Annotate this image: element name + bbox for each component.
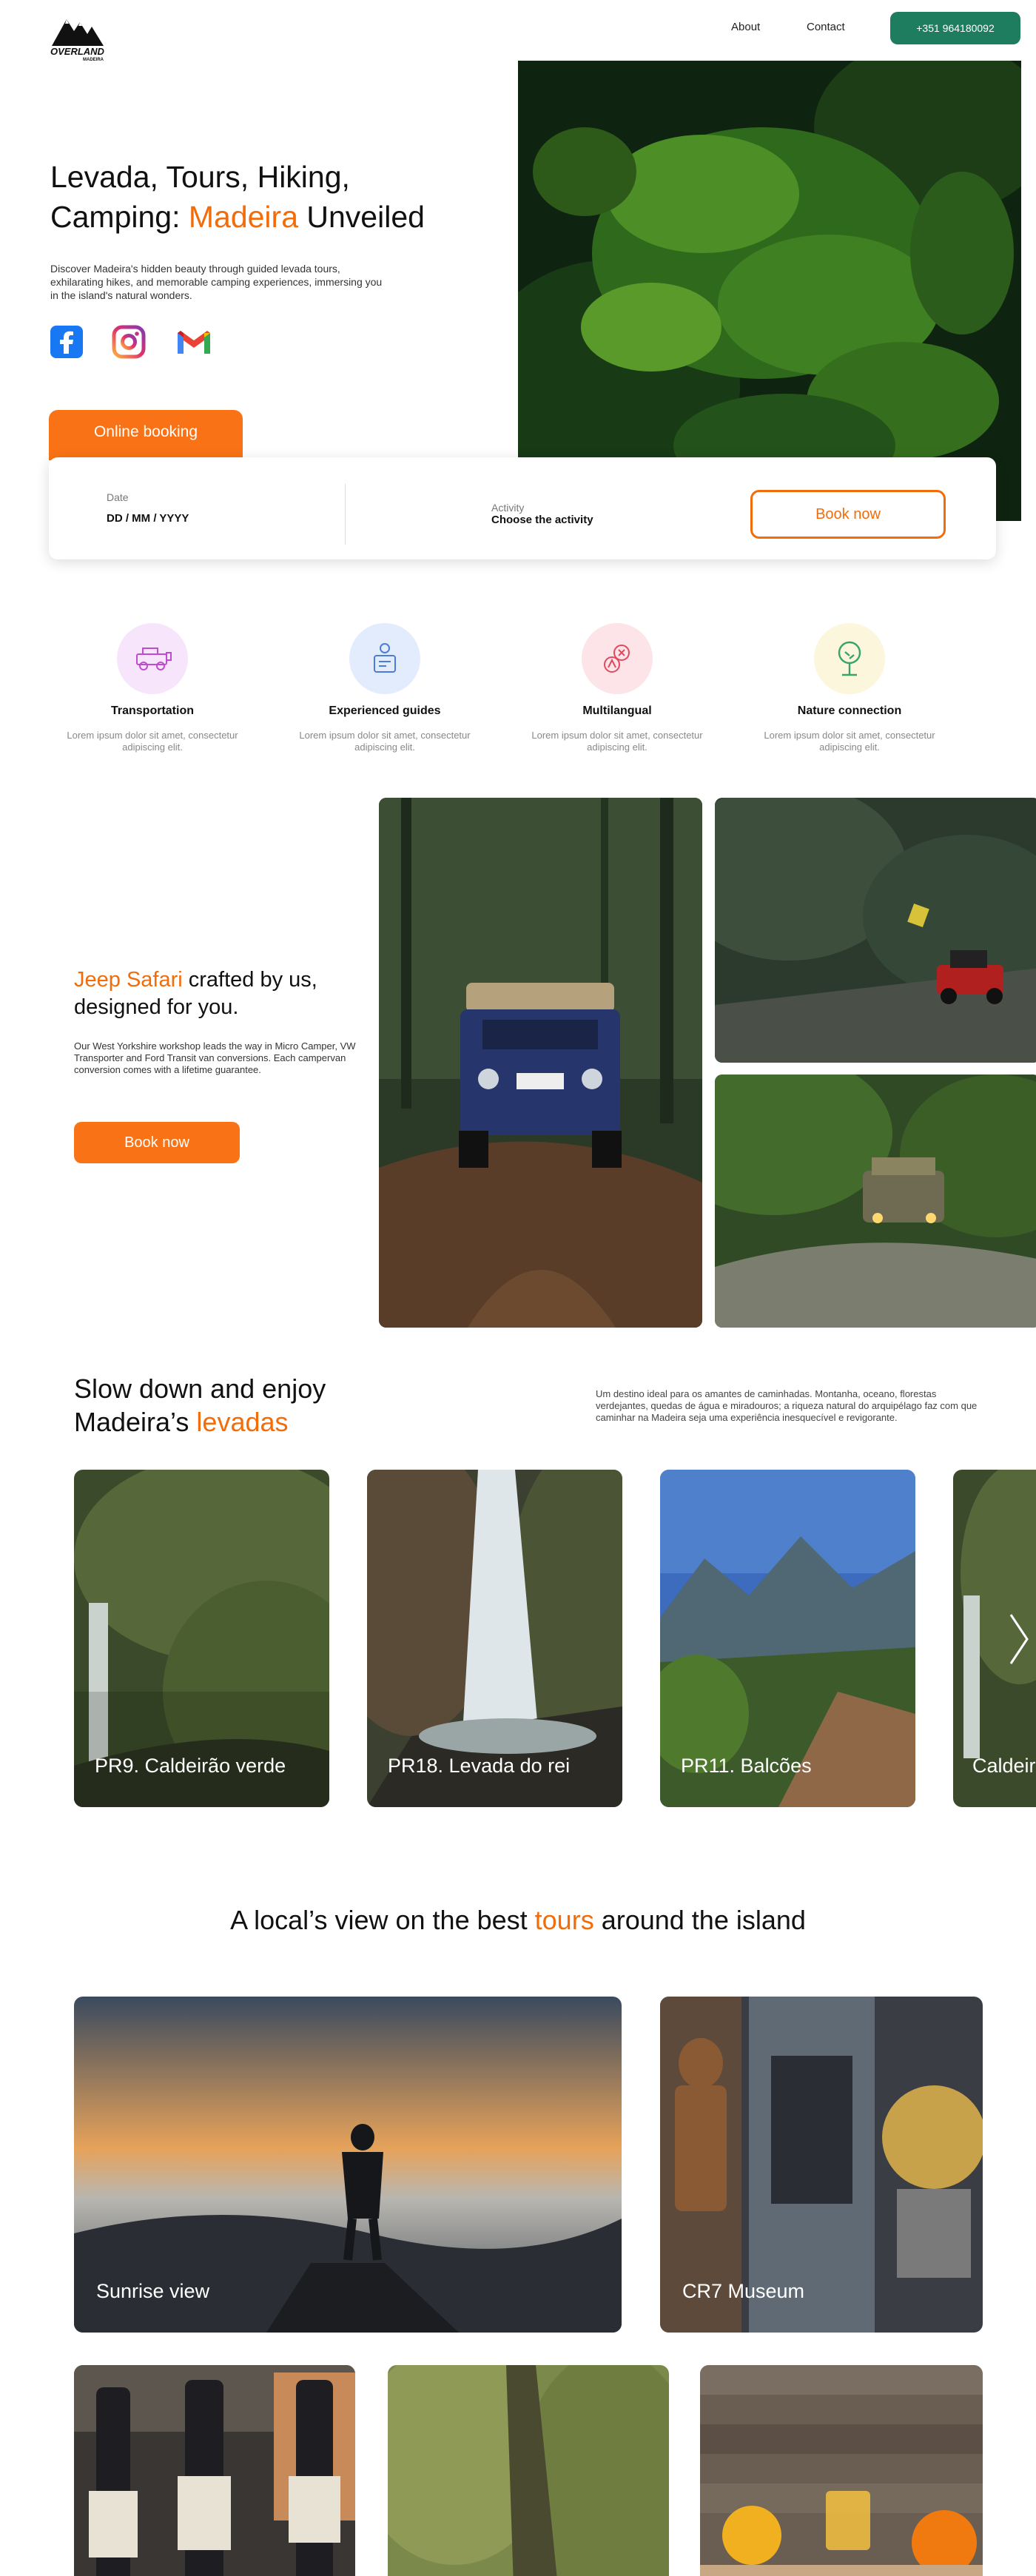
activity-field[interactable]: Activity Choose the activity (491, 502, 593, 526)
phone-button[interactable]: +351 964180092 (890, 12, 1020, 44)
feature-title-guides: Experienced guides (329, 704, 441, 717)
feature-desc-transportation: Lorem ipsum dolor sit amet, consectetur … (67, 730, 238, 753)
feature-desc-nature: Lorem ipsum dolor sit amet, consectetur … (764, 730, 935, 753)
levada-card-label: PR9. Caldeirão verde (95, 1755, 286, 1777)
tour-card-valley[interactable] (388, 2365, 669, 2576)
gmail-icon[interactable] (175, 324, 210, 360)
nav-contact-link[interactable]: Contact (807, 21, 845, 33)
jeep-forest-photo (379, 798, 702, 1328)
hero-title-line2: Camping: (50, 200, 189, 234)
hero-description: Discover Madeira's hidden beauty through… (50, 263, 383, 301)
jeep-icon (117, 623, 188, 694)
activity-select[interactable]: Choose the activity (491, 514, 593, 526)
tour-card-sunrise[interactable]: Sunrise view (74, 1997, 622, 2333)
levada-card-levada-do-rei[interactable]: PR18. Levada do rei (367, 1470, 622, 1807)
date-input[interactable]: DD / MM / YYYY (107, 512, 189, 525)
guide-icon (349, 623, 420, 694)
jeep-safari-title: Jeep Safari crafted by us, designed for … (74, 966, 355, 1021)
hero-title-highlight: Madeira (188, 200, 298, 234)
date-field[interactable]: Date DD / MM / YYYY (107, 491, 189, 525)
levadas-description: Um destino ideal para os amantes de cami… (596, 1388, 978, 1423)
hero-title-line1: Levada, Tours, Hiking, (50, 160, 350, 194)
levada-card-balcoes[interactable]: PR11. Balcões (660, 1470, 915, 1807)
tour-card-wine[interactable] (74, 2365, 355, 2576)
levada-card-caldeirao-verde[interactable]: PR9. Caldeirão verde (74, 1470, 329, 1807)
jeep-description: Our West Yorkshire workshop leads the wa… (74, 1040, 356, 1075)
date-label: Date (107, 491, 129, 503)
levadas-title: Slow down and enjoy Madeira’s levadas (74, 1372, 414, 1439)
carousel-next-arrow-icon[interactable] (1005, 1612, 1032, 1667)
tree-icon (814, 623, 885, 694)
levada-card-label: Caldeirão (972, 1755, 1036, 1777)
tour-card-cr7-museum[interactable]: CR7 Museum (660, 1997, 983, 2333)
activity-label: Activity (491, 502, 525, 514)
translate-icon (582, 623, 653, 694)
tours-title: A local’s view on the best tours around … (0, 1905, 1036, 1936)
feature-title-nature: Nature connection (797, 704, 902, 717)
hero-title-end: Unveiled (298, 200, 425, 234)
jeep-book-now-button[interactable]: Book now (74, 1122, 240, 1163)
logo-subtext: MADEIRA (83, 58, 104, 62)
hero-jungle-image (518, 61, 1021, 521)
logo[interactable]: OVERLAND MADEIRA (50, 12, 118, 62)
feature-desc-guides: Lorem ipsum dolor sit amet, consectetur … (299, 730, 471, 753)
jeep-title-highlight: Jeep Safari (74, 968, 183, 992)
booking-divider (345, 484, 346, 545)
feature-title-multilangual: Multilangual (582, 704, 652, 717)
feature-desc-multilangual: Lorem ipsum dolor sit amet, consectetur … (531, 730, 703, 753)
tours-title-text: A local’s view on the best (230, 1905, 535, 1935)
book-now-button[interactable]: Book now (750, 490, 946, 539)
tours-title-end: around the island (593, 1905, 806, 1935)
tour-card-food[interactable] (700, 2365, 983, 2576)
hero-title: Levada, Tours, Hiking, Camping: Madeira … (50, 157, 465, 237)
nav-about-link[interactable]: About (731, 21, 760, 33)
jeep-mud-photo (715, 1075, 1036, 1328)
feature-title-transportation: Transportation (110, 704, 194, 717)
tour-card-label: CR7 Museum (682, 2280, 805, 2302)
red-jeep-photo (715, 798, 1036, 1063)
logo-text: OVERLAND (50, 46, 105, 57)
tour-card-label: Sunrise view (96, 2280, 210, 2302)
tours-title-highlight: tours (534, 1905, 594, 1935)
levada-card-label: PR11. Balcões (681, 1755, 812, 1777)
levada-card-label: PR18. Levada do rei (388, 1755, 571, 1777)
levadas-title-highlight: levadas (196, 1407, 289, 1437)
facebook-icon[interactable] (49, 324, 84, 360)
instagram-icon[interactable] (111, 324, 147, 360)
online-booking-tab[interactable]: Online booking (49, 410, 243, 460)
